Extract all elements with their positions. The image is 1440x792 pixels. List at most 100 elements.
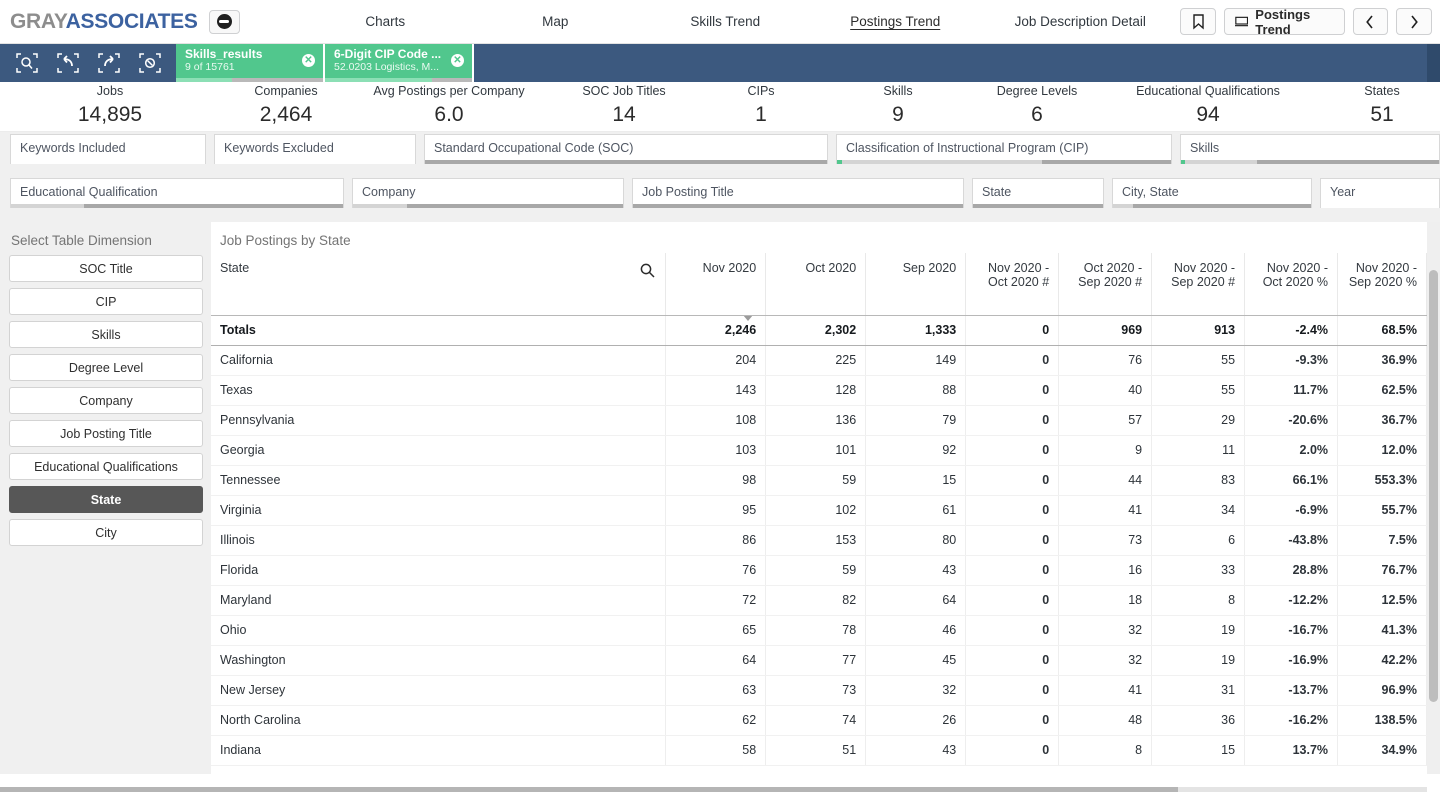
cell-value[interactable]: 19 (1151, 615, 1246, 646)
filter-state[interactable]: State (972, 178, 1104, 208)
cell-value[interactable]: 82 (765, 585, 867, 616)
cell-value[interactable]: 36.9% (1337, 345, 1427, 376)
cell-value[interactable]: 78 (765, 615, 867, 646)
cell-value[interactable]: -16.9% (1244, 645, 1339, 676)
cell-value[interactable]: 64 (665, 645, 767, 676)
step-back-button[interactable] (55, 52, 81, 74)
cell-value[interactable]: 88 (865, 375, 967, 406)
cell-value[interactable]: 0 (965, 345, 1060, 376)
cell-value[interactable]: 79 (865, 405, 967, 436)
cell-state-name[interactable]: Pennsylvania (211, 405, 667, 436)
cell-state-name[interactable]: Washington (211, 645, 667, 676)
cell-state-name[interactable]: Georgia (211, 435, 667, 466)
clear-selections-button[interactable] (137, 52, 163, 74)
cell-value[interactable]: 2,302 (765, 315, 867, 346)
table-row[interactable]: Georgia 103 101 92 0 9 11 2.0% 12.0% (211, 435, 1427, 466)
cell-value[interactable]: 225 (765, 345, 867, 376)
cell-value[interactable]: 58 (665, 735, 767, 766)
cell-value[interactable]: 2,246 (665, 315, 767, 346)
cell-value[interactable]: 128 (765, 375, 867, 406)
cell-value[interactable]: 45 (865, 645, 967, 676)
cell-value[interactable]: 36 (1151, 705, 1246, 736)
cell-value[interactable]: -43.8% (1244, 525, 1339, 556)
table-row[interactable]: Virginia 95 102 61 0 41 34 -6.9% 55.7% (211, 495, 1427, 526)
tab-map[interactable]: Map (470, 10, 640, 33)
cell-state-name[interactable]: Totals (211, 315, 667, 346)
dimension-button-degree-level[interactable]: Degree Level (9, 354, 203, 381)
search-icon[interactable] (640, 263, 655, 281)
step-forward-button[interactable] (96, 52, 122, 74)
cell-value[interactable]: 7.5% (1337, 525, 1427, 556)
dimension-button-job-posting-title[interactable]: Job Posting Title (9, 420, 203, 447)
cell-value[interactable]: 19 (1151, 645, 1246, 676)
cell-value[interactable]: 55.7% (1337, 495, 1427, 526)
cell-value[interactable]: 0 (965, 705, 1060, 736)
cell-value[interactable]: 73 (1058, 525, 1153, 556)
cell-value[interactable]: 6 (1151, 525, 1246, 556)
cell-value[interactable]: 92 (865, 435, 967, 466)
selection-chip[interactable]: Skills_results 9 of 15761 ✕ (176, 44, 325, 82)
cell-value[interactable]: 34.9% (1337, 735, 1427, 766)
tab-charts[interactable]: Charts (300, 10, 470, 33)
cell-value[interactable]: -6.9% (1244, 495, 1339, 526)
table-row[interactable]: New Jersey 63 73 32 0 41 31 -13.7% 96.9% (211, 675, 1427, 706)
table-row[interactable]: Ohio 65 78 46 0 32 19 -16.7% 41.3% (211, 615, 1427, 646)
cell-value[interactable]: 34 (1151, 495, 1246, 526)
table-totals-row[interactable]: Totals 2,246 2,302 1,333 0 969 913 -2.4% 68.5% (211, 315, 1427, 346)
cell-state-name[interactable]: Texas (211, 375, 667, 406)
cell-value[interactable]: -13.7% (1244, 675, 1339, 706)
filter-city-state[interactable]: City, State (1112, 178, 1312, 208)
cell-value[interactable]: 553.3% (1337, 465, 1427, 496)
cell-value[interactable]: 46 (865, 615, 967, 646)
close-icon[interactable]: ✕ (451, 54, 464, 67)
cell-state-name[interactable]: Indiana (211, 735, 667, 766)
cell-value[interactable]: 61 (865, 495, 967, 526)
cell-value[interactable]: 0 (965, 375, 1060, 406)
cell-value[interactable]: 15 (865, 465, 967, 496)
cell-value[interactable]: 73 (765, 675, 867, 706)
filter-skills[interactable]: Skills (1180, 134, 1440, 164)
bookmark-button[interactable] (1180, 8, 1216, 35)
cell-value[interactable]: 43 (865, 555, 967, 586)
filter-job-posting-title[interactable]: Job Posting Title (632, 178, 964, 208)
table-row[interactable]: Pennsylvania 108 136 79 0 57 29 -20.6% 36.7% (211, 405, 1427, 436)
table-row[interactable]: North Carolina 62 74 26 0 48 36 -16.2% 138.5% (211, 705, 1427, 736)
prev-sheet-button[interactable] (1352, 8, 1389, 35)
cell-value[interactable]: 2.0% (1244, 435, 1339, 466)
column-header-state[interactable]: State (211, 253, 667, 316)
cell-value[interactable]: 0 (965, 645, 1060, 676)
table-row[interactable]: Texas 143 128 88 0 40 55 11.7% 62.5% (211, 375, 1427, 406)
cell-value[interactable]: 57 (1058, 405, 1153, 436)
column-header-oct-2020-sep-2020-[interactable]: Oct 2020 - Sep 2020 # (1058, 253, 1153, 316)
cell-value[interactable]: 95 (665, 495, 767, 526)
dimension-button-cip[interactable]: CIP (9, 288, 203, 315)
cell-value[interactable]: 16 (1058, 555, 1153, 586)
dimension-button-soc-title[interactable]: SOC Title (9, 255, 203, 282)
cell-value[interactable]: 40 (1058, 375, 1153, 406)
cell-state-name[interactable]: North Carolina (211, 705, 667, 736)
dimension-button-company[interactable]: Company (9, 387, 203, 414)
cell-value[interactable]: 76.7% (1337, 555, 1427, 586)
cell-value[interactable]: 15 (1151, 735, 1246, 766)
cell-value[interactable]: 74 (765, 705, 867, 736)
cell-value[interactable]: -20.6% (1244, 405, 1339, 436)
cell-value[interactable]: 32 (1058, 645, 1153, 676)
cell-value[interactable]: 33 (1151, 555, 1246, 586)
cell-value[interactable]: 66.1% (1244, 465, 1339, 496)
cell-value[interactable]: 913 (1151, 315, 1246, 346)
cell-value[interactable]: 8 (1058, 735, 1153, 766)
cell-value[interactable]: 102 (765, 495, 867, 526)
dimension-button-educational-qualifications[interactable]: Educational Qualifications (9, 453, 203, 480)
cell-value[interactable]: -12.2% (1244, 585, 1339, 616)
cell-value[interactable]: 11.7% (1244, 375, 1339, 406)
cell-value[interactable]: 0 (965, 615, 1060, 646)
cell-value[interactable]: 42.2% (1337, 645, 1427, 676)
cell-value[interactable]: 43 (865, 735, 967, 766)
cell-value[interactable]: 63 (665, 675, 767, 706)
cell-value[interactable]: 41 (1058, 675, 1153, 706)
cell-value[interactable]: 204 (665, 345, 767, 376)
cell-value[interactable]: 149 (865, 345, 967, 376)
filter-keywords-excluded[interactable]: Keywords Excluded (214, 134, 416, 164)
cell-value[interactable]: 98 (665, 465, 767, 496)
table-vertical-scrollbar[interactable] (1427, 222, 1440, 774)
